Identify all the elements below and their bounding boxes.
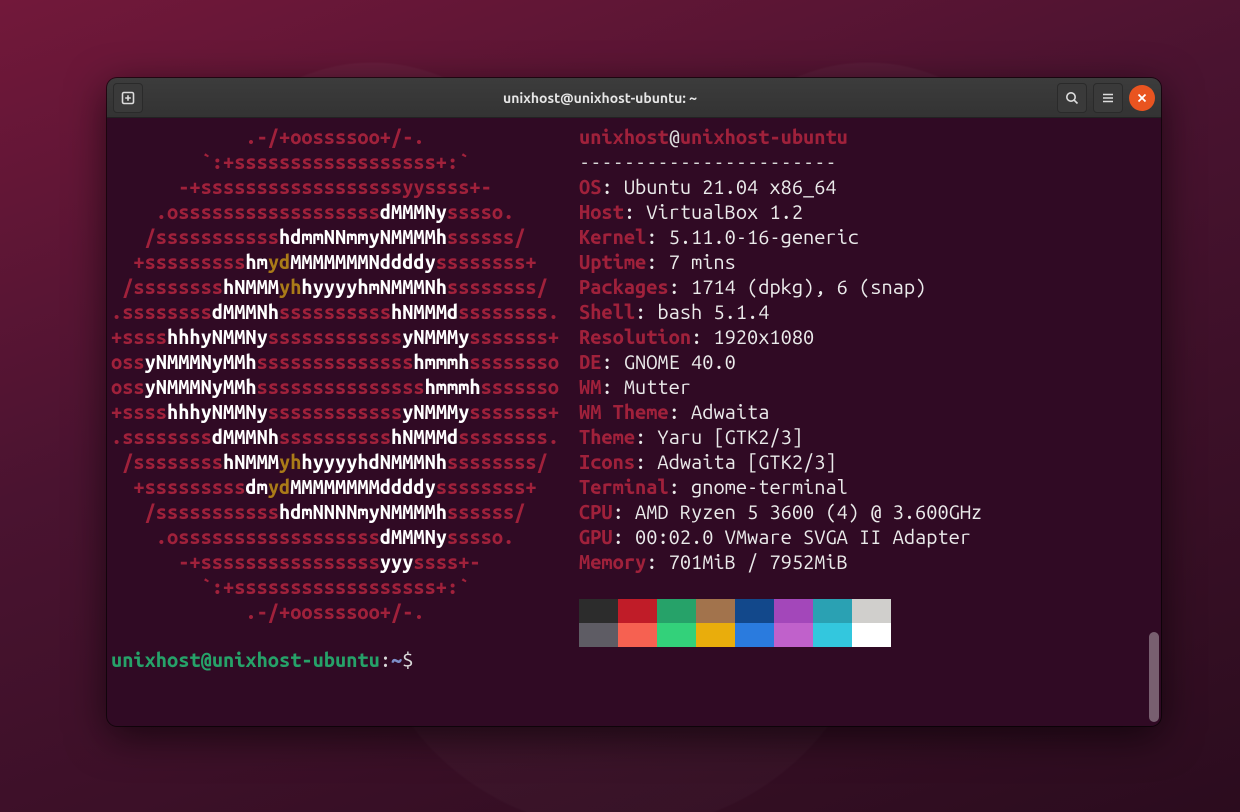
neofetch-label: Host	[579, 200, 624, 223]
palette-swatch	[657, 623, 696, 647]
neofetch-label: WM	[579, 375, 601, 398]
close-button[interactable]	[1129, 85, 1155, 111]
neofetch-value: : gnome-terminal	[669, 475, 848, 498]
neofetch-value: : VirtualBox 1.2	[624, 200, 803, 223]
palette-row	[579, 599, 1157, 623]
neofetch-ascii-logo: .-/+oossssoo+/-. `:+ssssssssssssssssss+:…	[111, 124, 579, 647]
hamburger-menu-button[interactable]	[1093, 83, 1123, 113]
neofetch-label: GPU	[579, 525, 613, 548]
palette-swatch	[579, 599, 618, 623]
neofetch-value: : 1920x1080	[691, 325, 814, 348]
neofetch-value: : 7 mins	[646, 250, 736, 273]
neofetch-value: : 5.11.0-16-generic	[646, 225, 859, 248]
prompt-sep: :	[380, 648, 391, 671]
neofetch-value: : 701MiB / 7952MiB	[646, 550, 848, 573]
neofetch-label: CPU	[579, 500, 613, 523]
palette-swatch	[774, 599, 813, 623]
search-button[interactable]	[1057, 83, 1087, 113]
neofetch-value: : bash 5.1.4	[635, 300, 769, 323]
neofetch-host: unixhost-ubuntu	[680, 125, 848, 148]
palette-swatch	[696, 623, 735, 647]
neofetch-value: : Ubuntu 21.04 x86_64	[601, 175, 836, 198]
terminal-viewport[interactable]: .-/+oossssoo+/-. `:+ssssssssssssssssss+:…	[107, 118, 1161, 726]
window-title: unixhost@unixhost-ubuntu: ~	[149, 90, 1051, 106]
palette-swatch	[735, 599, 774, 623]
titlebar[interactable]: unixhost@unixhost-ubuntu: ~	[107, 78, 1161, 118]
neofetch-info: unixhost@unixhost-ubuntu ---------------…	[579, 124, 1157, 647]
neofetch-label: Theme	[579, 425, 635, 448]
neofetch-separator: -----------------------	[579, 150, 837, 173]
neofetch-label: Memory	[579, 550, 646, 573]
palette-swatch	[696, 599, 735, 623]
prompt-symbol: $	[402, 648, 413, 671]
palette-row	[579, 623, 1157, 647]
new-tab-button[interactable]	[113, 83, 143, 113]
palette-swatch	[657, 599, 696, 623]
neofetch-value: : Adwaita [GTK2/3]	[635, 450, 837, 473]
color-palette	[579, 599, 1157, 647]
palette-swatch	[579, 623, 618, 647]
neofetch-label: WM Theme	[579, 400, 669, 423]
terminal-window: unixhost@unixhost-ubuntu: ~ .-/+oos	[107, 78, 1161, 726]
neofetch-label: Icons	[579, 450, 635, 473]
palette-swatch	[852, 623, 891, 647]
prompt-cwd: ~	[391, 648, 402, 671]
neofetch-value: : 1714 (dpkg), 6 (snap)	[669, 275, 927, 298]
neofetch-value: : AMD Ryzen 5 3600 (4) @ 3.600GHz	[613, 500, 983, 523]
neofetch-label: DE	[579, 350, 601, 373]
neofetch-value: : Yaru [GTK2/3]	[635, 425, 803, 448]
neofetch-user: unixhost	[579, 125, 669, 148]
neofetch-label: Kernel	[579, 225, 646, 248]
neofetch-label: OS	[579, 175, 601, 198]
palette-swatch	[735, 623, 774, 647]
shell-prompt[interactable]: unixhost@unixhost-ubuntu:~$	[111, 647, 1157, 672]
palette-swatch	[774, 623, 813, 647]
neofetch-value: : Adwaita	[669, 400, 770, 423]
prompt-user: unixhost	[111, 648, 201, 671]
neofetch-label: Packages	[579, 275, 669, 298]
neofetch-label: Resolution	[579, 325, 691, 348]
scrollbar-thumb[interactable]	[1149, 632, 1159, 722]
prompt-host: unixhost-ubuntu	[212, 648, 380, 671]
neofetch-value: : Mutter	[601, 375, 691, 398]
neofetch-value: : GNOME 40.0	[601, 350, 735, 373]
neofetch-label: Uptime	[579, 250, 646, 273]
neofetch-value: : 00:02.0 VMware SVGA II Adapter	[613, 525, 971, 548]
palette-swatch	[618, 599, 657, 623]
neofetch-label: Shell	[579, 300, 635, 323]
palette-swatch	[618, 623, 657, 647]
palette-swatch	[852, 599, 891, 623]
prompt-at: @	[201, 648, 212, 671]
palette-swatch	[813, 623, 852, 647]
palette-swatch	[813, 599, 852, 623]
neofetch-label: Terminal	[579, 475, 669, 498]
